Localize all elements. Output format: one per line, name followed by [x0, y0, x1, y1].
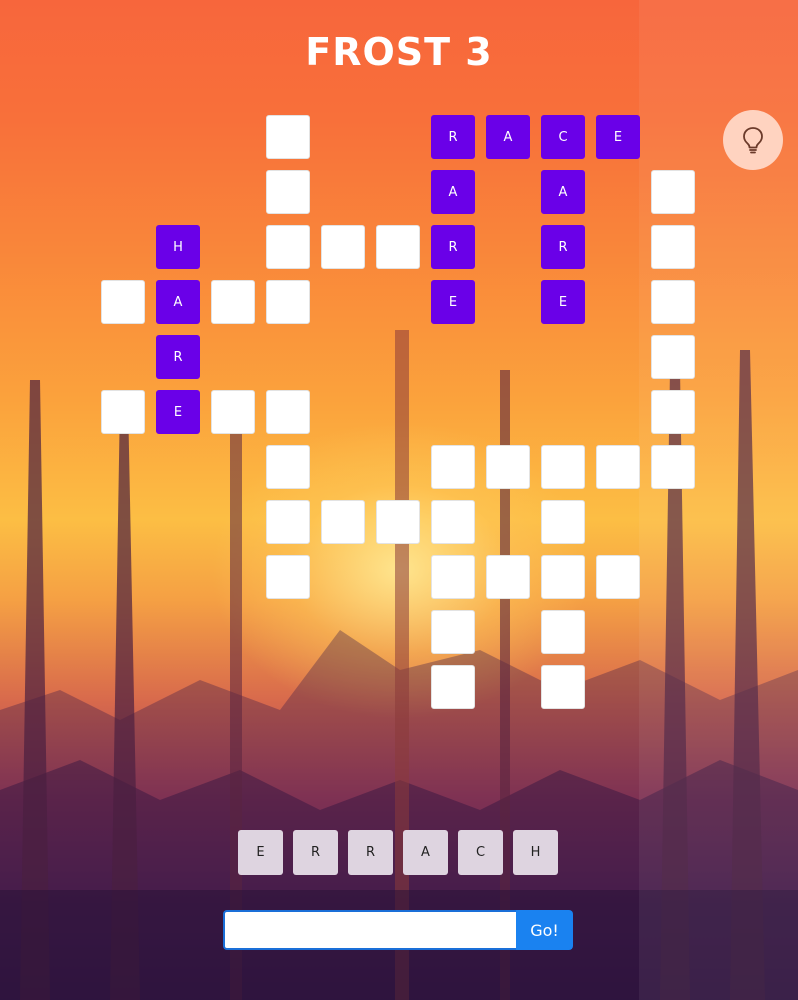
grid-cell-empty	[651, 170, 695, 214]
grid-cell-empty	[486, 445, 530, 489]
grid-cell-empty	[266, 115, 310, 159]
grid-cell-filled: A	[486, 115, 530, 159]
grid-cell-filled: A	[156, 280, 200, 324]
grid-cell-empty	[101, 390, 145, 434]
grid-cell-filled: E	[596, 115, 640, 159]
grid-cell-filled: A	[541, 170, 585, 214]
grid-cell-empty	[651, 280, 695, 324]
grid-cell-empty	[211, 280, 255, 324]
grid-cell-empty	[431, 445, 475, 489]
guess-form: Go!	[223, 910, 573, 950]
grid-cell-filled: H	[156, 225, 200, 269]
grid-cell-empty	[211, 390, 255, 434]
grid-cell-empty	[266, 445, 310, 489]
grid-cell-empty	[541, 555, 585, 599]
grid-cell-empty	[321, 225, 365, 269]
grid-cell-filled: R	[541, 225, 585, 269]
grid-cell-empty	[266, 170, 310, 214]
letter-tile[interactable]: R	[348, 830, 393, 875]
grid-cell-empty	[651, 335, 695, 379]
grid-cell-empty	[266, 555, 310, 599]
grid-cell-empty	[651, 445, 695, 489]
letter-tile[interactable]: R	[293, 830, 338, 875]
grid-cell-filled: R	[156, 335, 200, 379]
grid-cell-empty	[321, 500, 365, 544]
letter-tile[interactable]: E	[238, 830, 283, 875]
go-button[interactable]: Go!	[516, 910, 573, 950]
grid-cell-empty	[541, 610, 585, 654]
grid-cell-empty	[266, 280, 310, 324]
grid-cell-empty	[486, 555, 530, 599]
grid-cell-empty	[596, 445, 640, 489]
grid-cell-empty	[431, 555, 475, 599]
grid-cell-empty	[376, 225, 420, 269]
grid-cell-empty	[266, 390, 310, 434]
lightbulb-icon	[743, 127, 763, 154]
level-title: FROST 3	[305, 30, 493, 74]
letter-tile[interactable]: H	[513, 830, 558, 875]
grid-cell-filled: E	[431, 280, 475, 324]
grid-cell-empty	[101, 280, 145, 324]
grid-cell-empty	[596, 555, 640, 599]
grid-cell-empty	[376, 500, 420, 544]
grid-cell-filled: A	[431, 170, 475, 214]
grid-cell-empty	[431, 500, 475, 544]
grid-cell-filled: R	[431, 225, 475, 269]
grid-cell-empty	[651, 390, 695, 434]
grid-cell-filled: C	[541, 115, 585, 159]
grid-cell-empty	[541, 500, 585, 544]
grid-cell-filled: R	[431, 115, 475, 159]
guess-input[interactable]	[223, 910, 516, 950]
grid-cell-filled: E	[541, 280, 585, 324]
grid-cell-empty	[541, 665, 585, 709]
grid-cell-empty	[431, 665, 475, 709]
grid-cell-empty	[651, 225, 695, 269]
letter-tile[interactable]: C	[458, 830, 503, 875]
grid-cell-filled: E	[156, 390, 200, 434]
grid-cell-empty	[266, 225, 310, 269]
grid-cell-empty	[541, 445, 585, 489]
hint-button[interactable]	[723, 110, 783, 170]
grid-cell-empty	[431, 610, 475, 654]
letter-tile[interactable]: A	[403, 830, 448, 875]
grid-cell-empty	[266, 500, 310, 544]
